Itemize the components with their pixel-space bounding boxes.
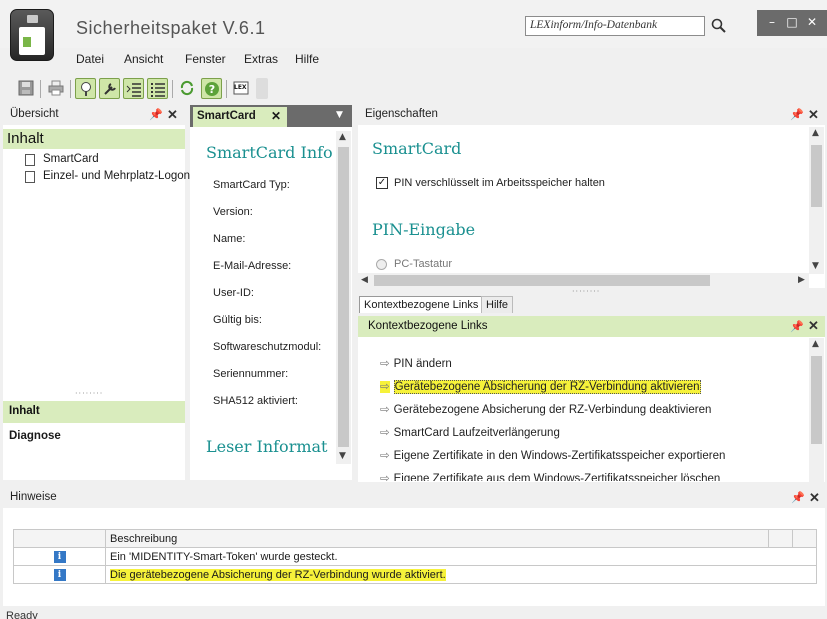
overview-title: Übersicht (10, 108, 59, 120)
title-bar: Sicherheitspaket V.6.1 LEXinform/Info-Da… (0, 0, 827, 61)
status-text: Ready (6, 610, 38, 619)
hints-header: Hinweise 📌 ✕ (3, 488, 825, 508)
hints-table: Beschreibung i Ein 'MIDENTITY-Smart-Toke… (13, 529, 817, 584)
minimize-button[interactable]: – (763, 14, 781, 30)
context-links-header: Kontextbezogene Links 📌 ✕ (358, 316, 825, 337)
menu-hilfe[interactable]: Hilfe (295, 52, 319, 66)
table-row[interactable]: i Ein 'MIDENTITY-Smart-Token' wurde gest… (13, 547, 817, 566)
smartcard-pane: SmartCard ✕ ▼ SmartCard Info SmartCard T… (190, 105, 352, 480)
vertical-scrollbar[interactable]: ▲ ▼ (809, 127, 824, 274)
hint-text: Die gerätebezogene Absicherung der RZ-Ve… (110, 568, 446, 581)
print-icon[interactable] (46, 78, 67, 99)
maximize-button[interactable]: □ (783, 14, 801, 30)
menu-ansicht[interactable]: Ansicht (124, 52, 163, 66)
field-label: E-Mail-Adresse: (213, 260, 292, 272)
pin-encrypt-checkbox[interactable]: ✓ (376, 177, 388, 189)
pin-icon[interactable]: 📌 (791, 491, 805, 505)
app-title: Sicherheitspaket V.6.1 (76, 18, 266, 38)
smartcard-tabstrip: SmartCard ✕ ▼ (190, 105, 352, 127)
field-label: SHA512 aktiviert: (213, 395, 298, 407)
close-tab-icon[interactable]: ✕ (271, 109, 281, 123)
menu-bar: Datei Ansicht Fenster Extras Hilfe (0, 48, 827, 70)
help-icon[interactable]: ? (201, 78, 222, 99)
horizontal-scrollbar[interactable]: ◀ ▶ (358, 273, 809, 288)
context-links-pane: Kontextbezogene Links 📌 ✕ ⇨ PIN ändern ⇨ G… (358, 316, 825, 482)
reader-info-heading: Leser Informat (206, 437, 328, 456)
search-input[interactable]: LEXinform/Info-Datenbank (525, 16, 705, 36)
refresh-icon[interactable] (177, 78, 198, 99)
save-icon[interactable] (16, 78, 37, 99)
smartcard-heading: SmartCard (372, 139, 462, 158)
menu-datei[interactable]: Datei (76, 52, 104, 66)
wrench-icon[interactable] (99, 78, 120, 99)
overview-header: Übersicht 📌 ✕ (3, 105, 185, 125)
close-icon[interactable]: ✕ (809, 490, 821, 505)
splitter-grip[interactable]: ········ (572, 287, 600, 296)
vertical-scrollbar[interactable]: ▲ ▼ (336, 131, 351, 464)
info-icon: i (53, 551, 66, 563)
smartcard-info-heading: SmartCard Info (206, 143, 333, 162)
radio-label: PC-Tastatur (394, 258, 453, 270)
field-label: Version: (213, 206, 253, 218)
close-window-button[interactable]: ✕ (803, 14, 821, 30)
pin-icon[interactable]: 📌 (149, 108, 163, 122)
hints-title: Hinweise (10, 491, 57, 503)
lex-icon[interactable]: LEX (231, 78, 252, 99)
hint-text: Ein 'MIDENTITY-Smart-Token' wurde gestec… (105, 547, 817, 566)
pc-keyboard-radio[interactable] (376, 259, 387, 270)
link-deactivate-rz[interactable]: ⇨ Gerätebezogene Absicherung der RZ-Verbi… (380, 402, 711, 416)
search-icon[interactable] (710, 17, 728, 35)
toolbar-overflow-button[interactable] (256, 78, 268, 99)
pin-entry-heading: PIN-Eingabe (372, 220, 476, 239)
close-icon[interactable]: ✕ (167, 107, 179, 122)
list-icon[interactable] (147, 78, 168, 99)
tab-context-links[interactable]: Kontextbezogene Links (359, 296, 484, 313)
nav-diagnose[interactable]: Diagnose (3, 426, 185, 448)
column-header-description[interactable]: Beschreibung (105, 529, 769, 548)
lex-label: LEX (234, 84, 247, 91)
field-label: SmartCard Typ: (213, 179, 290, 191)
table-row[interactable]: i Die gerätebezogene Absicherung der RZ-… (13, 565, 817, 584)
window-controls: – □ ✕ (757, 10, 827, 36)
link-delete-certs[interactable]: ⇨ Eigene Zertifikate aus dem Windows-Zert… (380, 471, 720, 481)
document-icon (25, 171, 35, 183)
nav-inhalt[interactable]: Inhalt (3, 401, 185, 423)
field-label: Seriennummer: (213, 368, 289, 380)
toolbar: ? LEX (0, 76, 827, 102)
close-icon[interactable]: ✕ (808, 107, 820, 122)
field-label: User-ID: (213, 287, 254, 299)
chevron-down-icon[interactable]: ▼ (336, 110, 343, 120)
menu-fenster[interactable]: Fenster (185, 52, 226, 66)
close-icon[interactable]: ✕ (808, 318, 820, 333)
info-icon: i (53, 569, 66, 581)
link-export-certs[interactable]: ⇨ Eigene Zertifikate in den Windows-Zerti… (380, 448, 725, 462)
link-pin-change[interactable]: ⇨ PIN ändern (380, 356, 452, 370)
link-runtime-extension[interactable]: ⇨ SmartCard Laufzeitverlängerung (380, 425, 560, 439)
pin-icon[interactable]: 📌 (790, 320, 804, 334)
splitter-grip[interactable]: ········ (75, 389, 103, 398)
section-inhalt-heading: Inhalt (3, 129, 185, 149)
field-label: Gültig bis: (213, 314, 262, 326)
field-label: Softwareschutzmodul: (213, 341, 322, 353)
properties-pane: Eigenschaften 📌 ✕ SmartCard ✓ PIN versch… (358, 105, 825, 288)
menu-extras[interactable]: Extras (244, 52, 278, 66)
vertical-scrollbar[interactable]: ▲ (809, 338, 824, 482)
checkbox-label: PIN verschlüsselt im Arbeitsspeicher hal… (394, 177, 605, 189)
hints-pane: Hinweise 📌 ✕ Beschreibung i Ein 'MIDENTI… (3, 488, 825, 606)
properties-title: Eigenschaften (365, 108, 438, 120)
link-activate-rz[interactable]: ⇨ Gerätebezogene Absicherung der RZ-Verbi… (380, 379, 701, 394)
svg-text:?: ? (209, 83, 215, 96)
field-label: Name: (213, 233, 246, 245)
tab-help[interactable]: Hilfe (481, 296, 514, 313)
overview-pane: Übersicht 📌 ✕ Inhalt SmartCard Einzel- u… (3, 105, 190, 480)
tab-smartcard[interactable]: SmartCard ✕ (193, 107, 287, 127)
list-indent-icon[interactable] (123, 78, 144, 99)
tree-icon[interactable] (75, 78, 96, 99)
pin-icon[interactable]: 📌 (790, 108, 804, 122)
properties-header: Eigenschaften 📌 ✕ (358, 105, 825, 125)
document-icon (25, 154, 35, 166)
